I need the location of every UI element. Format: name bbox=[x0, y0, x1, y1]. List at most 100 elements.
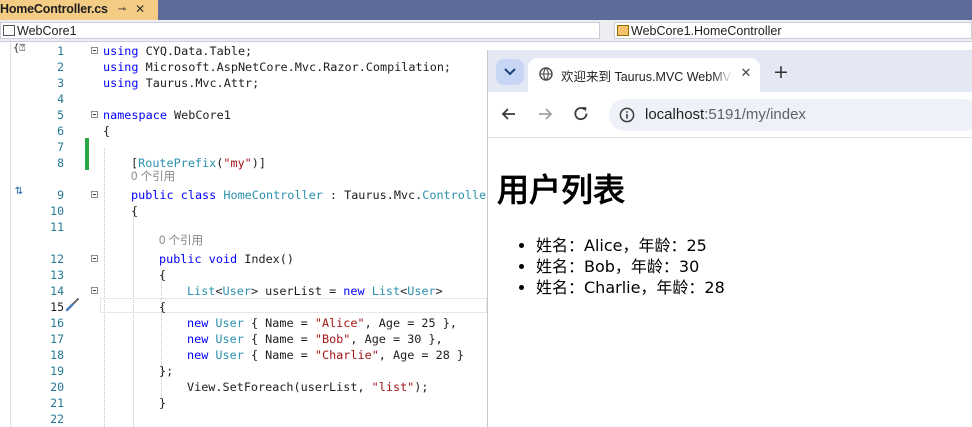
code-text: { bbox=[103, 124, 111, 138]
line-number: 20 bbox=[50, 380, 64, 394]
browser-tab-bar: 欢迎来到 Taurus.MVC WebMVC ✕ + bbox=[488, 50, 972, 92]
reload-icon[interactable] bbox=[572, 105, 590, 123]
close-icon[interactable]: ✕ bbox=[135, 2, 145, 16]
code-line[interactable]: 22 bbox=[0, 411, 487, 427]
line-number: 12 bbox=[50, 252, 64, 266]
code-text: public class HomeController : Taurus.Mvc… bbox=[131, 188, 494, 202]
code-line[interactable]: 10 { bbox=[0, 203, 487, 219]
code-line[interactable]: 15 { bbox=[0, 299, 487, 315]
code-line[interactable]: 8 [RoutePrefix("my")] bbox=[0, 155, 487, 171]
line-number: 21 bbox=[50, 396, 64, 410]
line-number: 15 bbox=[50, 300, 64, 314]
forward-icon[interactable] bbox=[536, 105, 554, 123]
code-line[interactable]: 7 bbox=[0, 139, 487, 155]
page-content: 用户列表 姓名：Alice，年龄：25 姓名：Bob，年龄：30 姓名：Char… bbox=[488, 138, 972, 427]
line-number: 1 bbox=[57, 44, 64, 58]
line-number: 3 bbox=[57, 76, 64, 90]
code-line[interactable]: 16 new User { Name = "Alice", Age = 25 }, bbox=[0, 315, 487, 331]
fold-icon[interactable] bbox=[91, 111, 98, 118]
codelens-references[interactable]: 0 个引用 bbox=[159, 233, 203, 249]
new-tab-button[interactable]: + bbox=[770, 61, 792, 83]
code-line[interactable]: 5 namespace WebCore1 bbox=[0, 107, 487, 123]
line-number: 16 bbox=[50, 316, 64, 330]
code-line[interactable]: 14 List<User> userList = new List<User> bbox=[0, 283, 487, 299]
class-combo-label: WebCore1.HomeController bbox=[631, 23, 782, 38]
code-text: } bbox=[159, 396, 167, 410]
code-text: public void Index() bbox=[159, 252, 294, 266]
line-number: 8 bbox=[57, 156, 64, 170]
code-text: }; bbox=[159, 364, 174, 378]
code-line[interactable]: 3 using Taurus.Mvc.Attr; bbox=[0, 75, 487, 91]
code-text: using CYQ.Data.Table; bbox=[103, 44, 253, 58]
code-text: { bbox=[159, 268, 167, 282]
code-line[interactable]: 11 bbox=[0, 219, 487, 235]
code-text: namespace WebCore1 bbox=[103, 108, 231, 122]
user-list: 姓名：Alice，年龄：25 姓名：Bob，年龄：30 姓名：Charlie，年… bbox=[511, 235, 725, 298]
tab-search-icon[interactable] bbox=[496, 59, 524, 85]
code-line[interactable]: 20 View.SetForeach(userList, "list"); bbox=[0, 379, 487, 395]
code-line[interactable]: 19}; bbox=[0, 363, 487, 379]
code-text: new User { Name = "Charlie", Age = 28 } bbox=[187, 348, 465, 362]
page-title: 用户列表 bbox=[497, 171, 626, 209]
fold-icon[interactable] bbox=[91, 191, 98, 198]
editor-tab-strip: HomeController.cs ⊸ ✕ bbox=[0, 0, 972, 20]
line-number: 4 bbox=[57, 92, 64, 106]
code-text: View.SetForeach(userList, "list"); bbox=[187, 380, 429, 394]
line-number: 22 bbox=[50, 412, 64, 426]
line-number: 7 bbox=[57, 140, 64, 154]
class-icon bbox=[617, 25, 629, 36]
code-line[interactable]: 21} bbox=[0, 395, 487, 411]
line-number: 5 bbox=[57, 108, 64, 122]
site-info-icon[interactable] bbox=[619, 107, 635, 123]
browser-tab[interactable]: 欢迎来到 Taurus.MVC WebMVC ✕ bbox=[528, 58, 760, 92]
close-icon[interactable]: ✕ bbox=[738, 66, 754, 82]
browser-tab-title: 欢迎来到 Taurus.MVC WebMVC bbox=[561, 70, 733, 84]
fold-icon[interactable] bbox=[91, 47, 98, 54]
line-number: 11 bbox=[50, 220, 64, 234]
back-icon[interactable] bbox=[500, 105, 518, 123]
list-item: 姓名：Charlie，年龄：28 bbox=[536, 277, 725, 298]
url-host: localhost bbox=[645, 106, 705, 123]
code-line[interactable]: 9 public class HomeController : Taurus.Mv… bbox=[0, 187, 493, 203]
list-item: 姓名：Alice，年龄：25 bbox=[536, 235, 725, 256]
pin-icon[interactable]: ⊸ bbox=[118, 4, 126, 15]
line-number: 9 bbox=[57, 188, 64, 202]
address-bar[interactable]: localhost:5191/my/index bbox=[609, 99, 972, 131]
code-line[interactable]: 12 public void Index() bbox=[0, 251, 487, 267]
line-number: 14 bbox=[50, 284, 64, 298]
code-text: using Taurus.Mvc.Attr; bbox=[103, 76, 260, 90]
code-line[interactable]: 2 using Microsoft.AspNetCore.Mvc.Razor.Co… bbox=[0, 59, 487, 75]
code-line[interactable]: 13 { bbox=[0, 267, 487, 283]
browser-toolbar: localhost:5191/my/index bbox=[488, 92, 972, 138]
line-number: 19 bbox=[50, 364, 64, 378]
code-line[interactable]: 4 bbox=[0, 91, 487, 107]
code-line[interactable]: 17 new User { Name = "Bob", Age = 30 }, bbox=[0, 331, 487, 347]
project-combo-label: WebCore1 bbox=[17, 23, 77, 38]
browser-window: 欢迎来到 Taurus.MVC WebMVC ✕ + localhost:519… bbox=[487, 50, 972, 427]
fold-icon[interactable] bbox=[91, 255, 98, 262]
code-text: using Microsoft.AspNetCore.Mvc.Razor.Com… bbox=[103, 60, 452, 74]
code-text: { bbox=[159, 300, 167, 314]
code-text: List<User> userList = new List<User> bbox=[187, 284, 443, 298]
class-combo[interactable]: WebCore1.HomeController bbox=[614, 22, 972, 39]
line-number: 2 bbox=[57, 60, 64, 74]
line-number: 13 bbox=[50, 268, 64, 282]
fold-icon[interactable] bbox=[91, 287, 98, 294]
code-line[interactable]: 6{ bbox=[0, 123, 487, 139]
desktop: HomeController.cs ⊸ ✕ WebCore1 WebCore1.… bbox=[0, 0, 972, 427]
list-item: 姓名：Bob，年龄：30 bbox=[536, 256, 725, 277]
editor-navigation-bar: WebCore1 WebCore1.HomeController bbox=[0, 20, 972, 42]
editor-tab-homecontroller[interactable]: HomeController.cs ⊸ ✕ bbox=[0, 0, 158, 20]
project-combo[interactable]: WebCore1 bbox=[0, 22, 600, 39]
editor-tab-title: HomeController.cs bbox=[0, 2, 108, 16]
line-number: 6 bbox=[57, 124, 64, 138]
line-number: 10 bbox=[50, 204, 64, 218]
code-text: [RoutePrefix("my")] bbox=[131, 156, 266, 170]
code-text: { bbox=[131, 204, 139, 218]
code-line[interactable]: 18 new User { Name = "Charlie", Age = 28 … bbox=[0, 347, 487, 363]
code-line[interactable]: 1 using CYQ.Data.Table; bbox=[0, 43, 487, 59]
line-number: 17 bbox=[50, 332, 64, 346]
code-editor[interactable]: {⍰ ⇅ 0 个引用 0 个引用 1 using CYQ.Data.Table; 2… bbox=[0, 42, 493, 427]
url-text: localhost:5191/my/index bbox=[645, 106, 806, 123]
codelens-references[interactable]: 0 个引用 bbox=[131, 169, 175, 185]
